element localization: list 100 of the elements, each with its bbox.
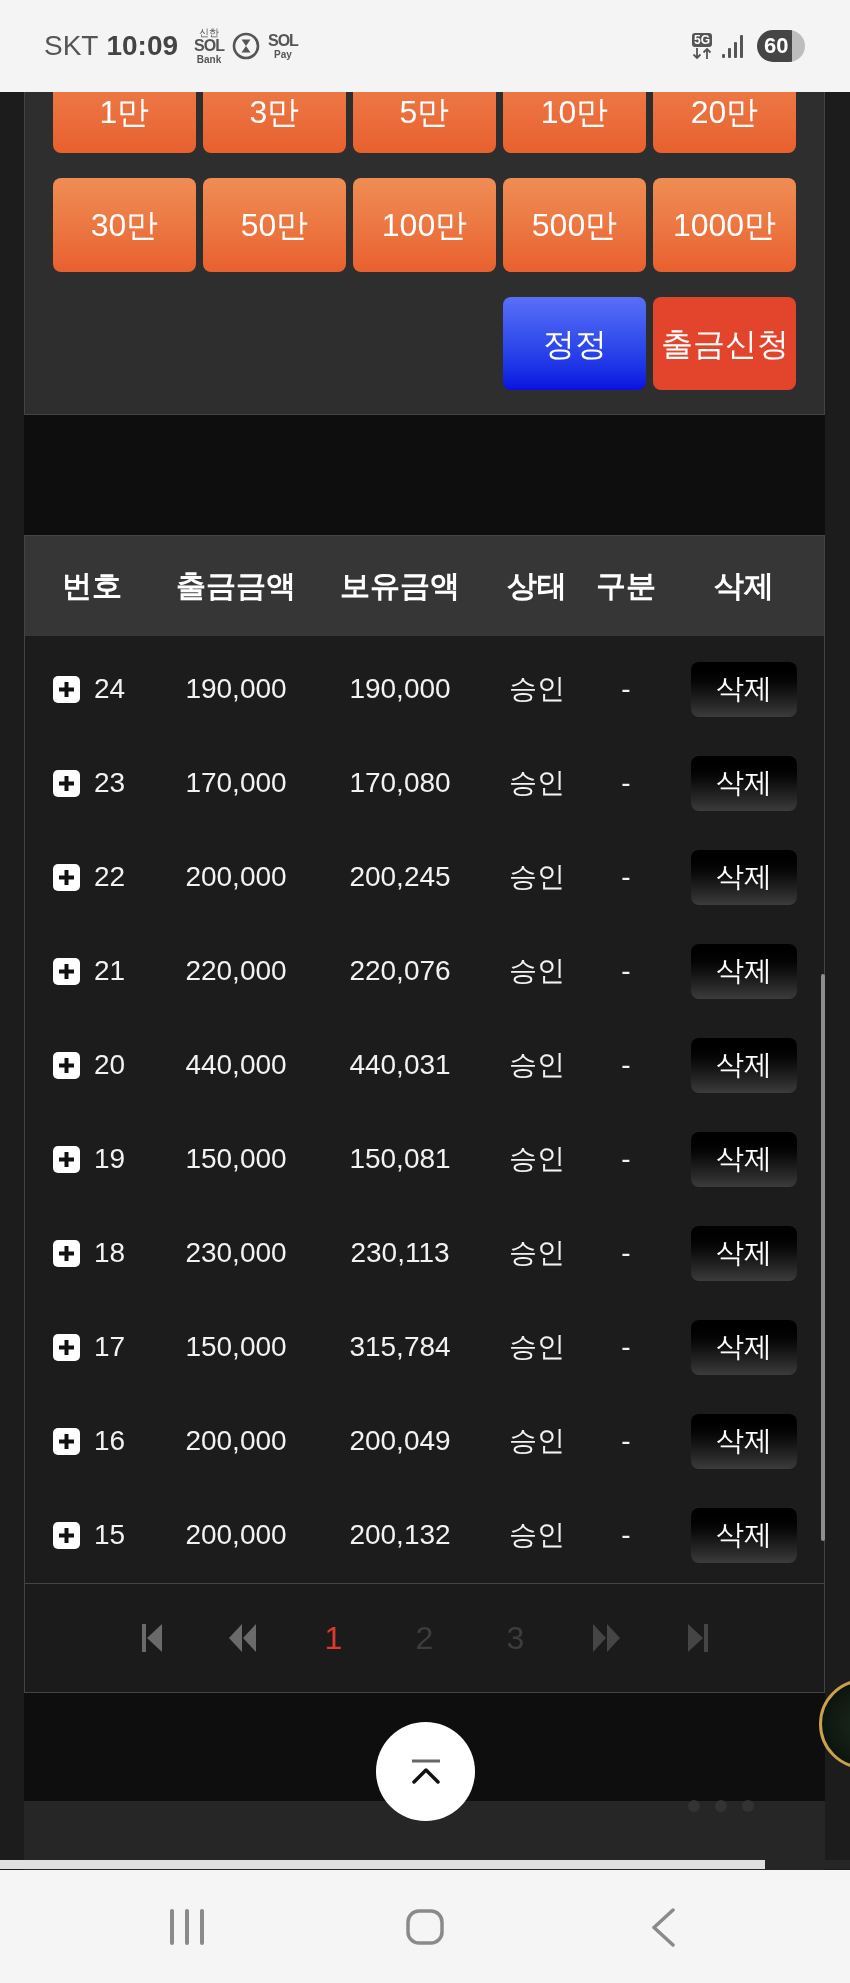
- correct-button[interactable]: 정정: [503, 297, 646, 390]
- app-name-label: Pay: [274, 48, 292, 60]
- withdrawal-amount: 150,000: [185, 1331, 287, 1363]
- delete-button[interactable]: 삭제: [691, 1225, 797, 1281]
- plus-icon[interactable]: [53, 1145, 80, 1173]
- next-page-icon: [593, 1624, 620, 1652]
- withdrawal-amount: 440,000: [185, 1049, 287, 1081]
- amount-button[interactable]: 20만: [653, 92, 796, 153]
- delete-button[interactable]: 삭제: [691, 1037, 797, 1093]
- plus-icon[interactable]: [53, 675, 80, 703]
- category-label: -: [621, 767, 631, 799]
- battery-indicator: 60: [757, 30, 805, 62]
- column-header: 번호: [61, 569, 122, 603]
- column-header: 보유금액: [340, 569, 460, 603]
- status-label: 승인: [509, 1143, 565, 1175]
- balance-amount: 200,132: [349, 1519, 451, 1551]
- plus-icon[interactable]: [53, 1427, 80, 1455]
- plus-icon[interactable]: [53, 863, 80, 891]
- data-transfer-icon: [692, 48, 712, 59]
- amount-button[interactable]: 3만: [203, 92, 346, 153]
- row-number: 23: [94, 767, 126, 799]
- first-page-button[interactable]: [141, 1624, 162, 1652]
- balance-amount: 220,076: [349, 955, 451, 987]
- plus-icon[interactable]: [53, 1051, 80, 1079]
- balance-amount: 200,245: [349, 861, 451, 893]
- category-label: -: [621, 1143, 631, 1175]
- status-label: 승인: [509, 1237, 565, 1269]
- delete-button[interactable]: 삭제: [691, 1507, 797, 1563]
- page-number-link[interactable]: 1: [324, 1621, 343, 1655]
- category-label: -: [621, 673, 631, 705]
- status-label: 승인: [509, 1519, 565, 1551]
- status-label: 승인: [509, 955, 565, 987]
- status-label: 승인: [509, 673, 565, 705]
- category-label: -: [621, 1237, 631, 1269]
- balance-amount: 315,784: [349, 1331, 451, 1363]
- plus-icon[interactable]: [53, 957, 80, 985]
- plus-icon[interactable]: [53, 1521, 80, 1549]
- vertical-scrollbar[interactable]: [821, 974, 825, 1541]
- row-number: 21: [94, 955, 126, 987]
- row-number: 20: [94, 1049, 126, 1081]
- category-label: -: [621, 861, 631, 893]
- row-number: 16: [94, 1425, 126, 1457]
- home-icon[interactable]: [406, 1909, 444, 1945]
- signal-icon: [722, 34, 744, 58]
- row-number: 15: [94, 1519, 126, 1551]
- balance-amount: 200,049: [349, 1425, 451, 1457]
- category-label: -: [621, 1331, 631, 1363]
- previous-page-icon: [229, 1624, 256, 1652]
- delete-button[interactable]: 삭제: [691, 1131, 797, 1187]
- withdrawal-amount: 230,000: [185, 1237, 287, 1269]
- category-label: -: [621, 955, 631, 987]
- amount-button[interactable]: 1만: [53, 92, 196, 153]
- delete-button[interactable]: 삭제: [691, 1413, 797, 1469]
- app-logo-text: SOL: [268, 32, 298, 49]
- balance-amount: 230,113: [350, 1237, 450, 1269]
- last-page-icon: [687, 1624, 708, 1652]
- plus-icon[interactable]: [53, 1239, 80, 1267]
- app-brand-label: 신한: [199, 27, 220, 38]
- status-label: 승인: [509, 1049, 565, 1081]
- delete-button[interactable]: 삭제: [691, 849, 797, 905]
- amount-button[interactable]: 10만: [503, 92, 646, 153]
- recent-apps-icon[interactable]: [170, 1909, 204, 1945]
- app-logo-text: SOL: [194, 37, 224, 54]
- balance-amount: 440,031: [349, 1049, 451, 1081]
- amount-button[interactable]: 100만: [353, 178, 496, 272]
- amount-button[interactable]: 5만: [353, 92, 496, 153]
- withdraw-request-button[interactable]: 출금신청: [653, 297, 796, 390]
- network-type-label: 5G: [692, 33, 712, 47]
- withdrawal-amount: 220,000: [185, 955, 287, 987]
- amount-button[interactable]: 30만: [53, 178, 196, 272]
- row-number: 17: [94, 1331, 126, 1363]
- status-label: 승인: [509, 1425, 565, 1457]
- first-page-icon: [141, 1624, 162, 1652]
- amount-button[interactable]: 500만: [503, 178, 646, 272]
- delete-button[interactable]: 삭제: [691, 661, 797, 717]
- amount-button[interactable]: 1000만: [653, 178, 796, 272]
- row-number: 18: [94, 1237, 126, 1269]
- row-number: 24: [94, 673, 126, 705]
- withdrawal-amount: 170,000: [185, 767, 287, 799]
- withdrawal-amount: 200,000: [185, 1519, 287, 1551]
- withdrawal-amount: 200,000: [185, 1425, 287, 1457]
- back-icon[interactable]: [650, 1907, 676, 1947]
- previous-page-button[interactable]: [229, 1624, 256, 1652]
- plus-icon[interactable]: [53, 769, 80, 797]
- balance-amount: 150,081: [349, 1143, 451, 1175]
- status-label: 승인: [509, 767, 565, 799]
- plus-icon[interactable]: [53, 1333, 80, 1361]
- withdrawal-amount: 190,000: [185, 673, 287, 705]
- amount-button[interactable]: 50만: [203, 178, 346, 272]
- delete-button[interactable]: 삭제: [691, 755, 797, 811]
- column-header: 삭제: [714, 569, 774, 603]
- delete-button[interactable]: 삭제: [691, 943, 797, 999]
- balance-amount: 170,080: [349, 767, 451, 799]
- category-label: -: [621, 1519, 631, 1551]
- balance-amount: 190,000: [349, 673, 451, 705]
- row-number: 22: [94, 861, 126, 893]
- delete-button[interactable]: 삭제: [691, 1319, 797, 1375]
- category-label: -: [621, 1425, 631, 1457]
- status-label: 승인: [509, 1331, 565, 1363]
- carrier-label: SKT: [44, 32, 99, 60]
